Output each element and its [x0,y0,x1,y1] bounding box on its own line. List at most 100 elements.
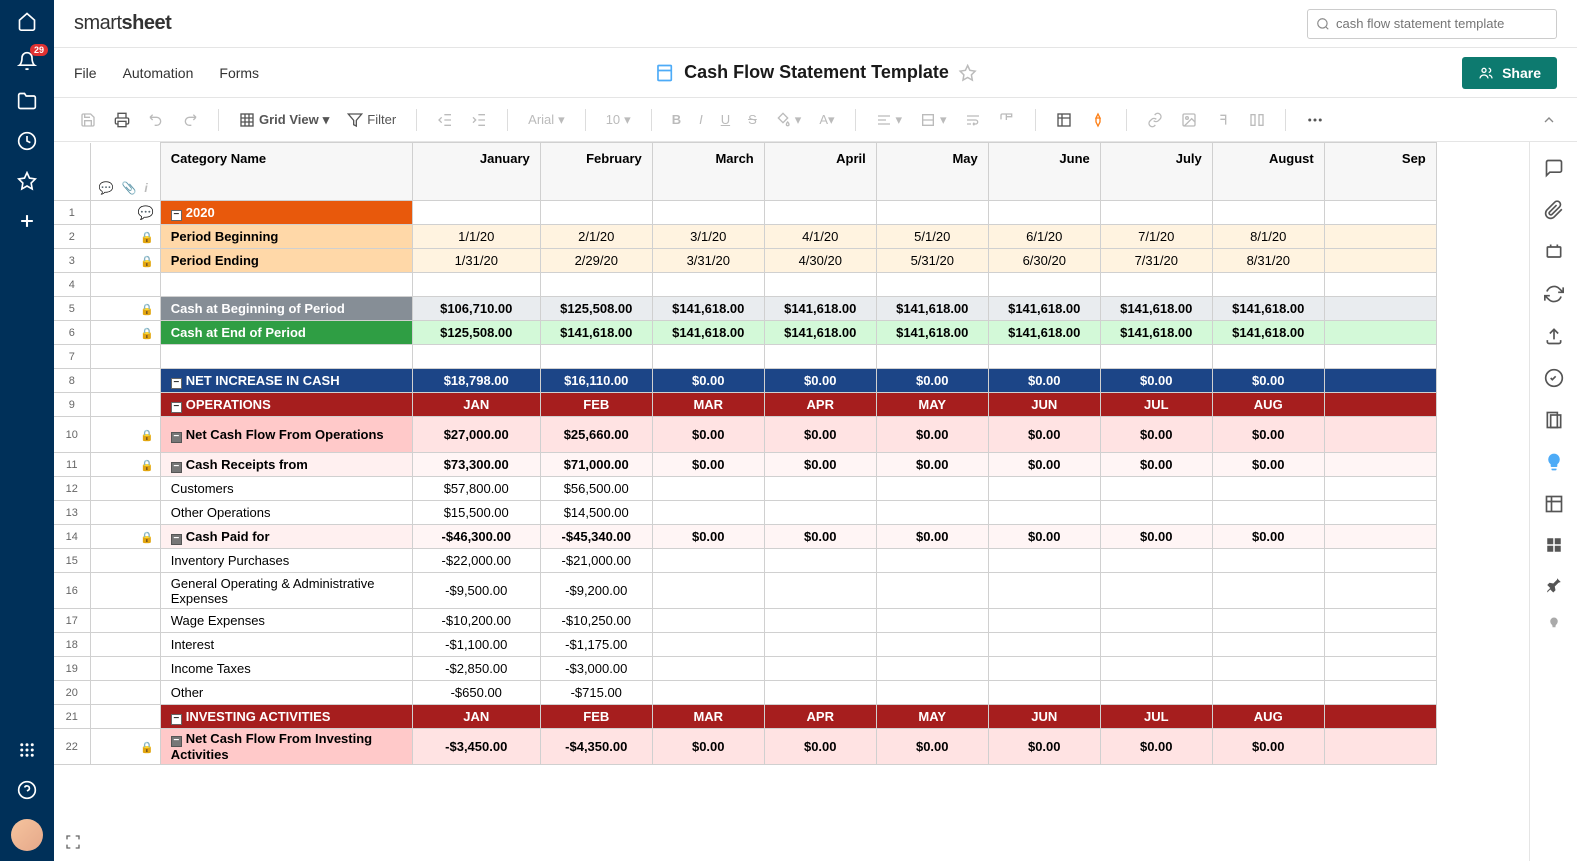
data-cell[interactable] [764,501,876,525]
category-cell[interactable]: −Net Cash Flow From Investing Activities [160,729,412,765]
data-cell[interactable] [1212,501,1324,525]
category-cell[interactable]: General Operating & Administrative Expen… [160,573,412,609]
row-number[interactable]: 8 [54,369,90,393]
row-number[interactable]: 20 [54,681,90,705]
data-cell[interactable] [764,681,876,705]
data-cell[interactable] [1212,345,1324,369]
collapse-icon[interactable]: − [171,402,182,413]
data-cell[interactable] [652,201,764,225]
data-cell[interactable]: $0.00 [764,453,876,477]
category-cell[interactable]: −NET INCREASE IN CASH [160,369,412,393]
data-cell[interactable] [988,477,1100,501]
update-requests-icon[interactable] [1544,284,1564,304]
data-cell[interactable]: MAR [652,705,764,729]
data-cell[interactable]: AUG [1212,393,1324,417]
data-cell[interactable] [764,573,876,609]
image-icon[interactable] [1175,108,1203,132]
row-number[interactable]: 19 [54,657,90,681]
data-cell[interactable] [764,633,876,657]
category-cell[interactable]: Income Taxes [160,657,412,681]
align-left-icon[interactable]: ▾ [870,108,909,132]
column-header[interactable]: April [764,143,876,201]
category-cell[interactable]: Interest [160,633,412,657]
data-cell[interactable]: MAY [876,705,988,729]
data-cell[interactable]: FEB [540,705,652,729]
data-cell[interactable]: -$9,500.00 [412,573,540,609]
data-cell[interactable]: $0.00 [1100,453,1212,477]
text-color-icon[interactable]: A▾ [813,108,840,132]
column-header[interactable]: January [412,143,540,201]
activity-log-icon[interactable] [1544,368,1564,388]
data-cell[interactable]: $0.00 [1212,729,1324,765]
data-cell[interactable] [1324,681,1436,705]
row-number[interactable]: 12 [54,477,90,501]
data-cell[interactable] [1324,609,1436,633]
data-cell[interactable]: $0.00 [1212,417,1324,453]
category-cell[interactable]: Cash at Beginning of Period [160,297,412,321]
data-cell[interactable] [652,549,764,573]
data-cell[interactable] [1212,681,1324,705]
data-cell[interactable] [876,201,988,225]
columns-icon[interactable] [1243,108,1271,132]
data-cell[interactable]: $141,618.00 [1100,321,1212,345]
data-cell[interactable] [1212,201,1324,225]
data-cell[interactable]: 2/1/20 [540,225,652,249]
collapse-icon[interactable]: − [171,714,182,725]
data-cell[interactable]: -$21,000.00 [540,549,652,573]
data-cell[interactable]: $27,000.00 [412,417,540,453]
data-cell[interactable]: $0.00 [1100,369,1212,393]
data-cell[interactable] [1212,657,1324,681]
data-cell[interactable]: $141,618.00 [652,297,764,321]
redo-icon[interactable] [176,108,204,132]
data-cell[interactable] [876,501,988,525]
collapse-icon[interactable]: − [171,462,182,473]
category-cell[interactable]: −Cash Receipts from [160,453,412,477]
data-cell[interactable] [876,273,988,297]
data-cell[interactable] [412,345,540,369]
data-cell[interactable] [1212,477,1324,501]
row-number[interactable]: 7 [54,345,90,369]
data-cell[interactable] [764,657,876,681]
data-cell[interactable] [764,549,876,573]
data-cell[interactable]: $0.00 [876,729,988,765]
data-cell[interactable] [1324,477,1436,501]
data-cell[interactable] [988,657,1100,681]
data-cell[interactable]: -$45,340.00 [540,525,652,549]
save-icon[interactable] [74,108,102,132]
data-cell[interactable] [1324,417,1436,453]
collapse-toolbar-icon[interactable] [1541,112,1557,128]
category-cell[interactable]: −OPERATIONS [160,393,412,417]
collapse-icon[interactable]: − [171,378,182,389]
data-cell[interactable] [1100,273,1212,297]
avatar[interactable] [11,819,43,851]
data-cell[interactable]: 7/31/20 [1100,249,1212,273]
data-cell[interactable]: JUN [988,705,1100,729]
data-cell[interactable]: 6/1/20 [988,225,1100,249]
row-number[interactable]: 6 [54,321,90,345]
print-icon[interactable] [108,108,136,132]
category-cell[interactable]: −Net Cash Flow From Operations [160,417,412,453]
data-cell[interactable]: -$46,300.00 [412,525,540,549]
indent-icon[interactable] [465,108,493,132]
column-header[interactable]: March [652,143,764,201]
underline-icon[interactable]: U [715,108,736,131]
row-number[interactable]: 14 [54,525,90,549]
workapps-icon[interactable] [1544,494,1564,514]
row-number[interactable]: 4 [54,273,90,297]
data-cell[interactable]: 5/31/20 [876,249,988,273]
data-cell[interactable]: $0.00 [652,369,764,393]
data-cell[interactable]: $0.00 [764,729,876,765]
data-cell[interactable] [1100,609,1212,633]
data-cell[interactable] [652,501,764,525]
data-cell[interactable]: 6/30/20 [988,249,1100,273]
data-cell[interactable]: $0.00 [988,369,1100,393]
data-cell[interactable]: 3/31/20 [652,249,764,273]
link-icon[interactable] [1141,108,1169,132]
row-number[interactable]: 9 [54,393,90,417]
data-cell[interactable]: $56,500.00 [540,477,652,501]
collapse-icon[interactable]: − [171,210,182,221]
data-cell[interactable]: $141,618.00 [764,321,876,345]
data-cell[interactable]: 7/1/20 [1100,225,1212,249]
data-cell[interactable]: $125,508.00 [412,321,540,345]
data-cell[interactable]: 3/1/20 [652,225,764,249]
